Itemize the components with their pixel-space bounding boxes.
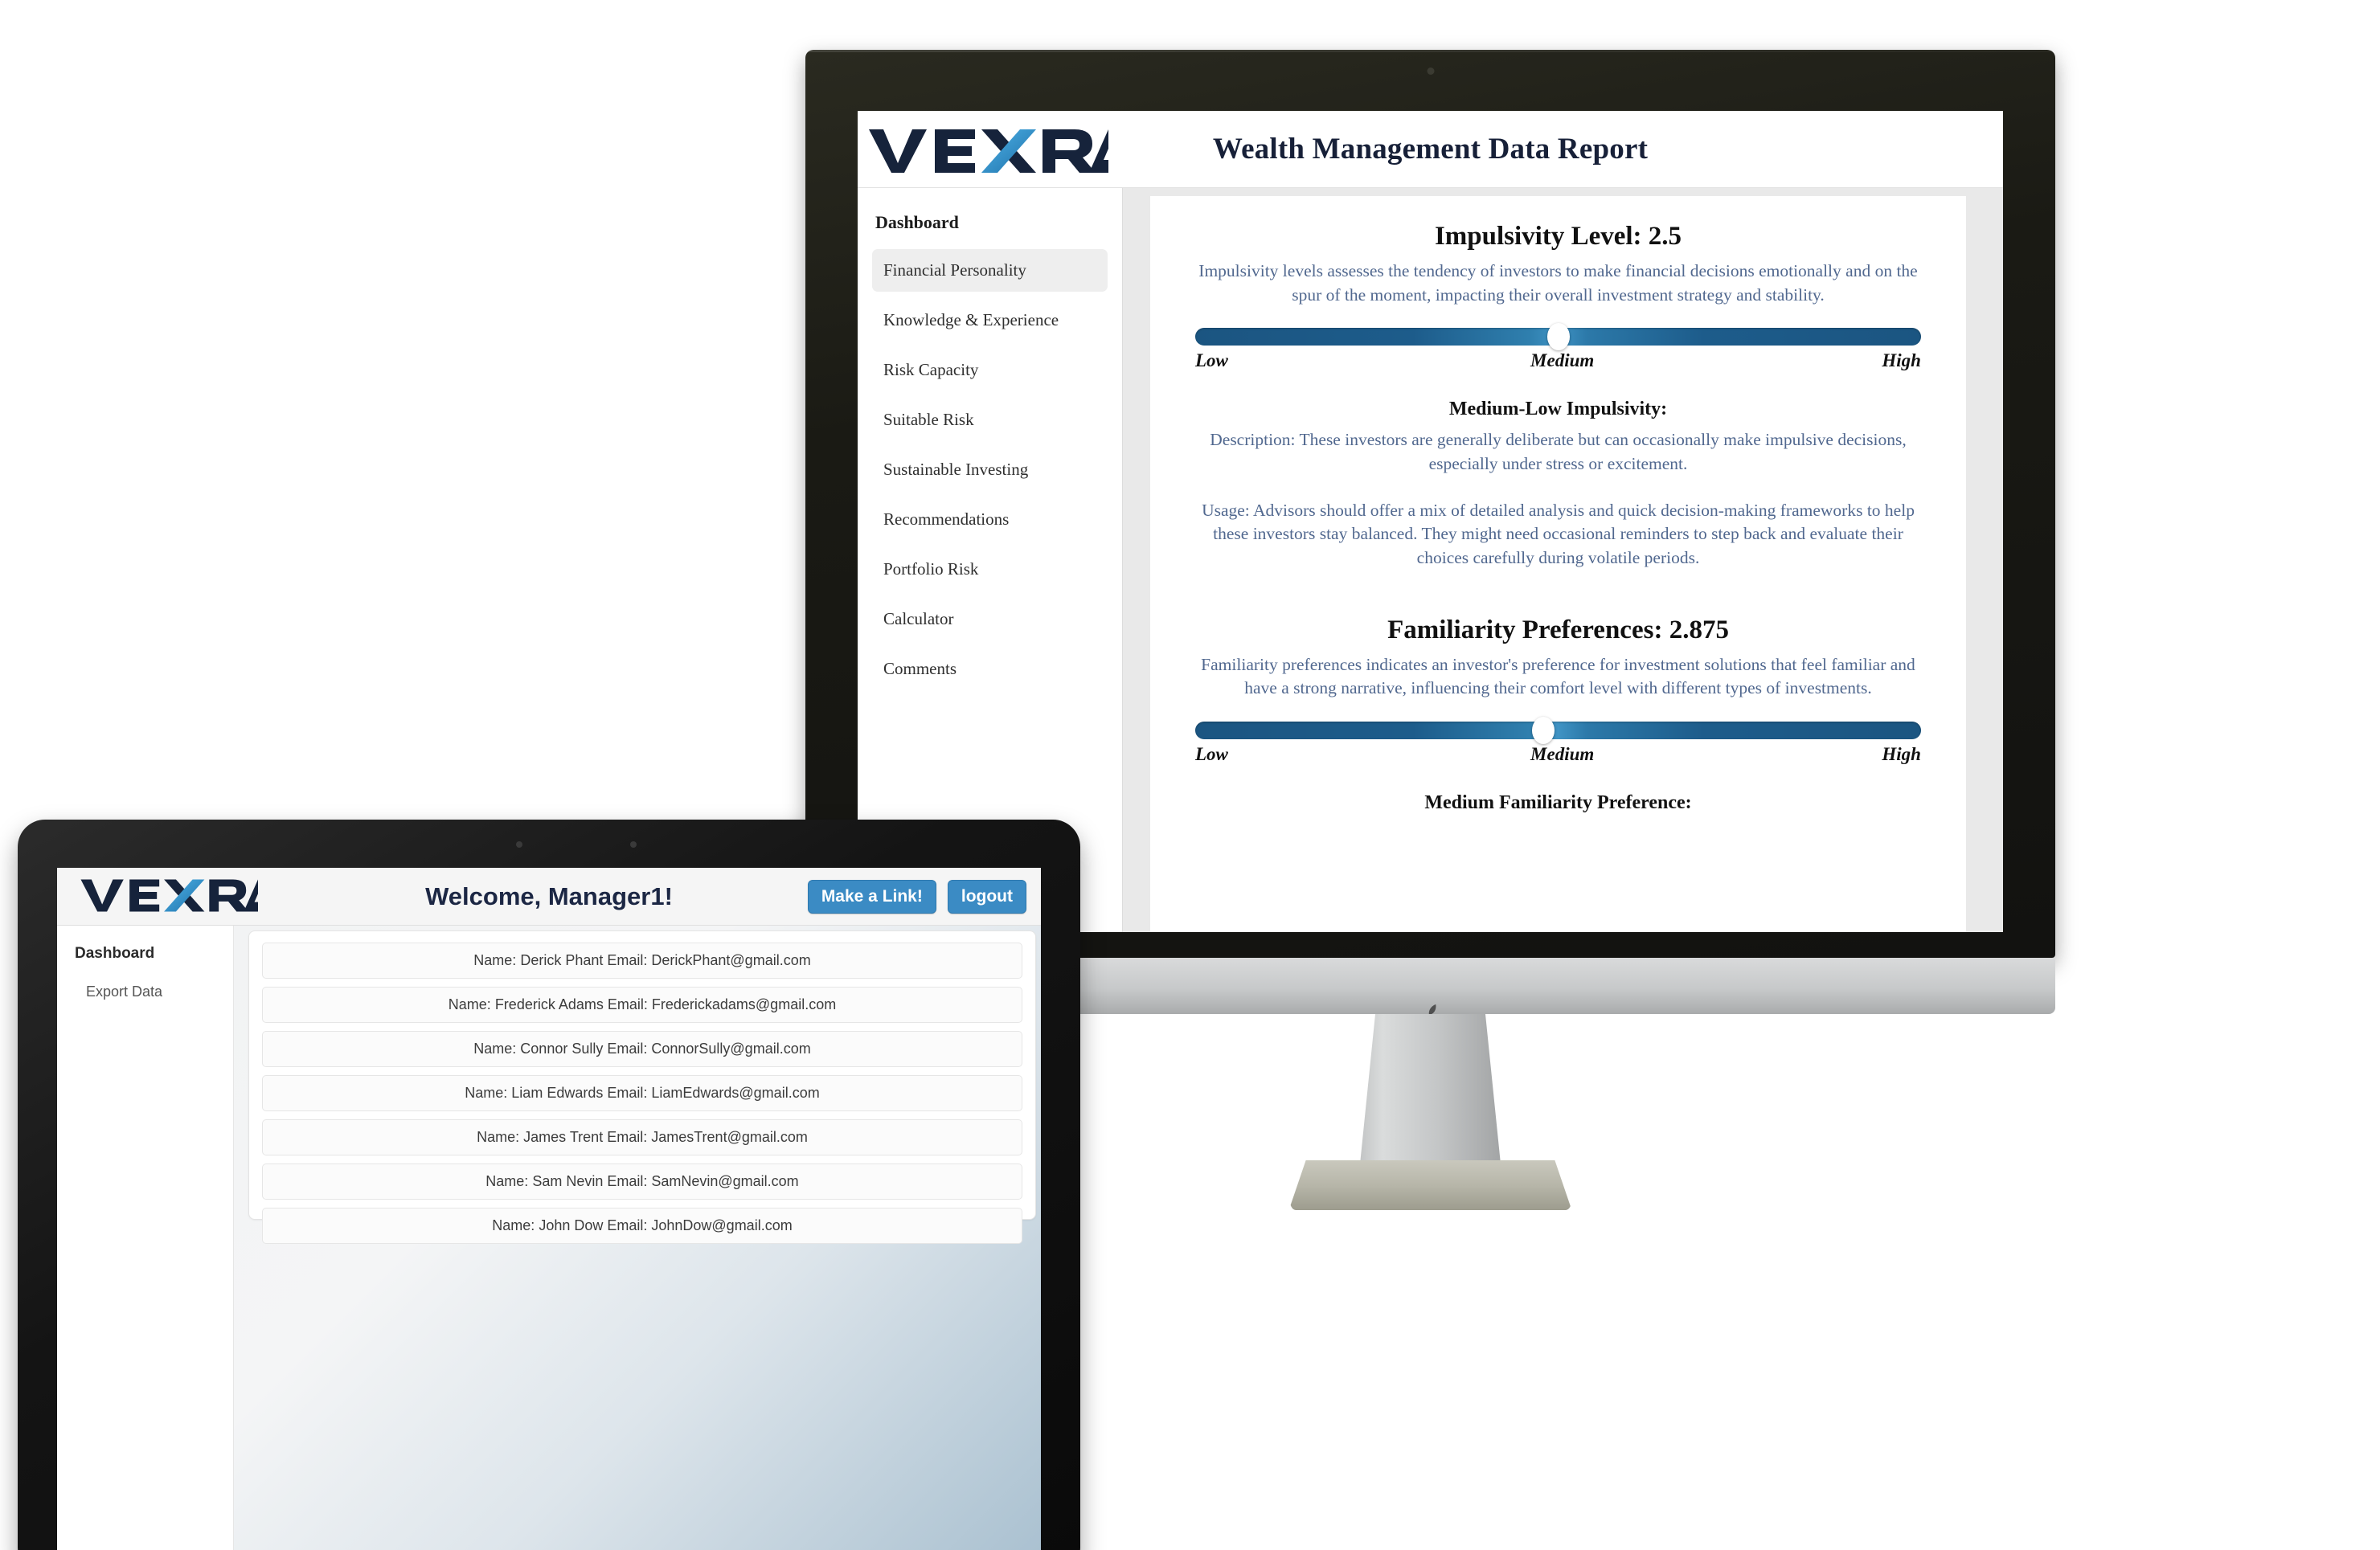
sidebar-heading: Dashboard	[875, 212, 959, 232]
impulsivity-section: Impulsivity Level: 2.5 Impulsivity level…	[1195, 222, 1921, 571]
tablet-topbar: Welcome, Manager1! Make a Link! logout	[57, 868, 1041, 926]
sidebar-item-export-data[interactable]: Export Data	[86, 984, 233, 1000]
client-list-panel: Name: Derick Phant Email: DerickPhant@gm…	[248, 930, 1036, 1244]
desktop-topbar: Wealth Management Data Report	[858, 111, 2003, 188]
desktop-screen: Wealth Management Data Report Dashboard …	[858, 111, 2003, 932]
tablet-sensor-icon	[630, 841, 637, 848]
familiarity-slider-thumb[interactable]	[1532, 716, 1555, 744]
sidebar-item-recommendations[interactable]: Recommendations	[872, 498, 1108, 541]
list-item[interactable]: Name: John Dow Email: JohnDow@gmail.com	[262, 1208, 1022, 1244]
sidebar-item-calculator[interactable]: Calculator	[872, 598, 1108, 640]
slider-label-medium: Medium	[1530, 743, 1595, 764]
slider-label-high: High	[1882, 350, 1921, 371]
list-item[interactable]: Name: Frederick Adams Email: Frederickad…	[262, 987, 1022, 1023]
impulsivity-slider-track[interactable]	[1195, 323, 1921, 351]
familiarity-slider-track[interactable]	[1195, 716, 1921, 744]
familiarity-section: Familiarity Preferences: 2.875 Familiari…	[1195, 616, 1921, 814]
tablet-device: Welcome, Manager1! Make a Link! logout D…	[18, 820, 1080, 1550]
familiarity-slider-labels: Low Medium High	[1195, 744, 1921, 765]
familiarity-slider[interactable]: Low Medium High	[1195, 716, 1921, 765]
sidebar-item-comments[interactable]: Comments	[872, 648, 1108, 690]
logout-button[interactable]: logout	[947, 879, 1026, 914]
sidebar-item-portfolio-risk[interactable]: Portfolio Risk	[872, 548, 1108, 591]
familiarity-subtitle: Medium Familiarity Preference:	[1424, 791, 1692, 813]
make-a-link-button[interactable]: Make a Link!	[807, 879, 936, 914]
list-item[interactable]: Name: James Trent Email: JamesTrent@gmai…	[262, 1119, 1022, 1155]
tablet-content: Name: Derick Phant Email: DerickPhant@gm…	[234, 926, 1041, 1550]
webcam-icon	[1427, 67, 1434, 75]
list-item[interactable]: Name: Liam Edwards Email: LiamEdwards@gm…	[262, 1075, 1022, 1111]
impulsivity-subtitle: Medium-Low Impulsivity:	[1448, 399, 1668, 420]
tablet-sidebar: Dashboard Export Data	[57, 926, 234, 1550]
impulsivity-slider-thumb[interactable]	[1546, 323, 1570, 351]
familiarity-title: Familiarity Preferences: 2.875	[1387, 615, 1729, 644]
familiarity-description: Familiarity preferences indicates an inv…	[1201, 654, 1915, 698]
impulsivity-slider-labels: Low Medium High	[1195, 350, 1921, 371]
slider-label-high: High	[1882, 743, 1921, 764]
desktop-main: Impulsivity Level: 2.5 Impulsivity level…	[1123, 188, 2003, 932]
tablet-body: Dashboard Export Data Name: Derick Phant…	[57, 926, 1041, 1550]
tablet-sidebar-heading: Dashboard	[75, 945, 155, 962]
impulsivity-slider[interactable]: Low Medium High	[1195, 323, 1921, 371]
tablet-header-actions: Make a Link! logout	[807, 879, 1026, 914]
impulsivity-title: Impulsivity Level: 2.5	[1434, 222, 1682, 251]
screenshot-stage: Wealth Management Data Report Dashboard …	[0, 0, 2380, 1550]
impulsivity-desc-line: Description: These investors are general…	[1210, 430, 1907, 473]
sidebar-item-sustainable-investing[interactable]: Sustainable Investing	[872, 448, 1108, 491]
tablet-screen: Welcome, Manager1! Make a Link! logout D…	[57, 868, 1041, 1550]
sidebar-item-knowledge-experience[interactable]: Knowledge & Experience	[872, 299, 1108, 341]
list-item[interactable]: Name: Derick Phant Email: DerickPhant@gm…	[262, 943, 1022, 979]
monitor-foot	[1288, 1160, 1572, 1210]
slider-label-low: Low	[1195, 743, 1228, 764]
tablet-camera-icon	[516, 841, 522, 848]
section-divider	[1195, 571, 1921, 611]
sidebar-item-suitable-risk[interactable]: Suitable Risk	[872, 399, 1108, 441]
sidebar-item-risk-capacity[interactable]: Risk Capacity	[872, 349, 1108, 391]
list-item[interactable]: Name: Sam Nevin Email: SamNevin@gmail.co…	[262, 1164, 1022, 1200]
slider-label-medium: Medium	[1530, 350, 1595, 371]
list-item[interactable]: Name: Connor Sully Email: ConnorSully@gm…	[262, 1031, 1022, 1067]
slider-label-low: Low	[1195, 350, 1228, 371]
monitor-neck	[1358, 1014, 1503, 1183]
impulsivity-description: Impulsivity levels assesses the tendency…	[1198, 261, 1918, 305]
impulsivity-usage-line: Usage: Advisors should offer a mix of de…	[1202, 500, 1915, 567]
report-card: Impulsivity Level: 2.5 Impulsivity level…	[1150, 196, 1966, 932]
sidebar-item-financial-personality[interactable]: Financial Personality	[872, 249, 1108, 292]
page-title: Wealth Management Data Report	[1212, 133, 1649, 166]
